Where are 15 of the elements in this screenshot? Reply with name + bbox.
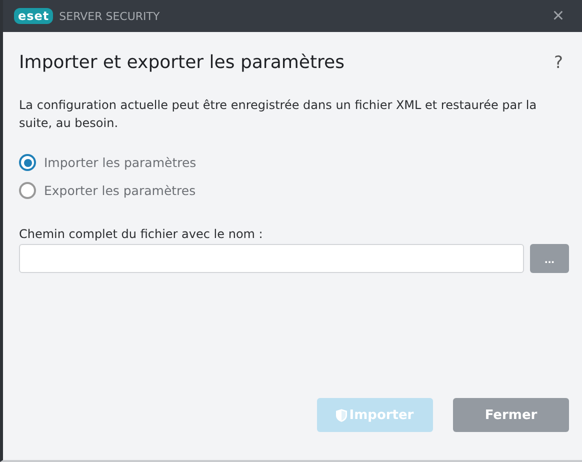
radio-button[interactable] [19,154,36,171]
logo: eset [14,8,54,24]
window-title: SERVER SECURITY [59,10,161,22]
shield-icon [336,408,348,422]
radio-option[interactable]: Importer les paramètres [19,154,569,171]
help-button[interactable]: ? [548,52,569,72]
dialog-heading: Importer et exporter les paramètres [19,52,344,73]
close-button[interactable]: × [544,6,572,26]
browse-button[interactable]: ... [530,244,569,273]
field-label: Chemin complet du fichier avec le nom : [19,227,264,241]
close-dialog-button[interactable]: Fermer [453,398,569,432]
radio-button[interactable] [19,182,36,199]
path-input-field[interactable] [19,244,524,273]
radio-option[interactable]: Exporter les paramètres [19,182,569,199]
description-text: La configuration actuelle peut être enregistrée dans un fichier XML et restaurée par la suite, au besoin. [19,97,538,132]
